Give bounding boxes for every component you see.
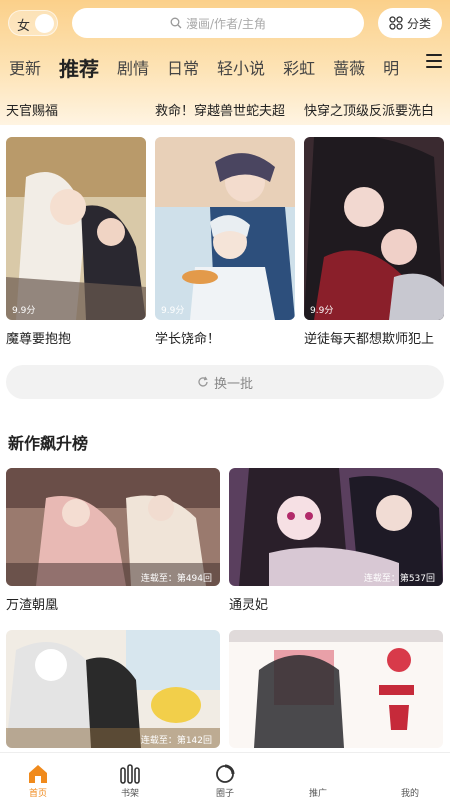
comic-card[interactable]: 9.9分 — [304, 137, 444, 320]
nav-profile[interactable]: 我的 — [380, 753, 440, 800]
nav-circle[interactable]: 圈子 — [195, 753, 255, 800]
menu-icon[interactable] — [426, 54, 442, 68]
tab-more[interactable]: 明 — [374, 56, 408, 82]
app-screen: 女 漫画/作者/主角 分类 更新 推荐 剧情 日常 轻小说 彩虹 蔷薇 明 天官… — [0, 0, 450, 800]
tab-light-novel[interactable]: 轻小说 — [208, 56, 274, 82]
section-title: 新作飙升榜 — [8, 434, 89, 453]
comic-title[interactable]: 学长饶命！ — [155, 328, 295, 347]
comic-card[interactable]: 连载至：第494回 — [6, 468, 220, 586]
bookshelf-icon — [120, 764, 140, 784]
comic-cover — [229, 630, 443, 748]
score-label: 9.9分 — [310, 306, 334, 316]
nav-bookshelf[interactable]: 书架 — [100, 753, 160, 800]
toggle-knob — [35, 14, 54, 33]
comic-card[interactable]: 连载至：第537回 — [229, 468, 443, 586]
refresh-label: 换一批 — [213, 376, 253, 392]
refresh-icon — [198, 376, 208, 387]
comic-title[interactable]: 通灵妃 — [229, 594, 268, 613]
nav-label: 首页 — [28, 789, 47, 799]
tab-rose[interactable]: 蔷薇 — [324, 56, 374, 82]
episode-badge: 连载至：第537回 — [363, 574, 435, 584]
nav-label: 圈子 — [215, 789, 234, 799]
comic-title[interactable]: 魔尊要抱抱 — [6, 328, 146, 347]
tab-daily[interactable]: 日常 — [158, 56, 208, 82]
comic-card[interactable]: 9.9分 — [155, 137, 295, 320]
search-box[interactable]: 漫画/作者/主角 — [72, 8, 364, 38]
circle-icon — [216, 764, 235, 783]
gender-toggle[interactable]: 女 — [8, 10, 58, 36]
comic-card[interactable]: 连载至：第142回 — [6, 630, 220, 748]
comic-card[interactable]: 9.9分 — [6, 137, 146, 320]
comic-cover — [304, 137, 444, 320]
promote-icon — [307, 764, 329, 784]
tab-recommend[interactable]: 推荐 — [50, 56, 108, 82]
gender-label: 女 — [17, 19, 31, 34]
nav-label: 书架 — [120, 789, 139, 799]
tab-drama[interactable]: 剧情 — [108, 56, 158, 82]
comic-cover — [155, 137, 295, 320]
comic-card[interactable] — [229, 630, 443, 748]
comic-cover — [6, 137, 146, 320]
nav-label: 推广 — [308, 789, 327, 799]
comic-title[interactable]: 救命！穿越兽世蛇夫超 — [155, 100, 295, 119]
score-label: 9.9分 — [12, 306, 36, 316]
comic-cover — [6, 468, 220, 586]
comic-title[interactable]: 天官赐福 — [6, 100, 146, 119]
episode-badge: 连载至：第494回 — [140, 574, 212, 584]
score-label: 9.9分 — [161, 306, 185, 316]
category-label: 分类 — [406, 16, 431, 31]
tab-update[interactable]: 更新 — [0, 56, 50, 82]
home-icon — [29, 765, 47, 783]
category-tabs: 更新 推荐 剧情 日常 轻小说 彩虹 蔷薇 明 — [0, 48, 420, 82]
comic-title[interactable]: 快穿之顶级反派要洗白 — [304, 100, 444, 119]
nav-promote[interactable]: 推广 — [288, 753, 348, 800]
tab-rainbow[interactable]: 彩虹 — [274, 56, 324, 82]
bottom-nav: 首页 书架 圈子 推广 我的 — [0, 752, 450, 800]
comic-title[interactable]: 逆徒每天都想欺师犯上 — [304, 328, 444, 347]
grid-icon — [389, 16, 403, 30]
comic-cover — [229, 468, 443, 586]
refresh-button[interactable]: 换一批 — [6, 365, 444, 399]
search-placeholder: 漫画/作者/主角 — [185, 16, 267, 31]
category-button[interactable]: 分类 — [378, 8, 442, 38]
episode-badge: 连载至：第142回 — [140, 736, 212, 746]
comic-cover — [6, 630, 220, 748]
search-icon — [170, 17, 182, 29]
comic-title[interactable]: 万渣朝凰 — [6, 594, 58, 613]
profile-icon — [399, 764, 421, 784]
nav-home[interactable]: 首页 — [8, 753, 68, 800]
nav-label: 我的 — [400, 789, 419, 799]
